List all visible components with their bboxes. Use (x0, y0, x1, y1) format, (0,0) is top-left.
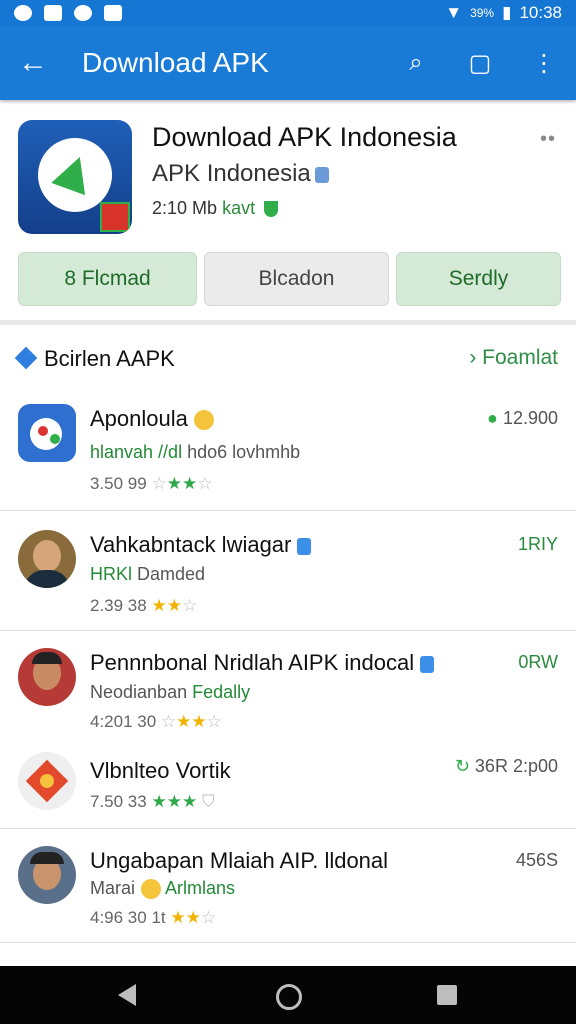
list-item[interactable]: Ungabapan Mlaiah AIP. lldonal Marai Arlm… (0, 828, 576, 942)
item-downloads: 456S (515, 850, 558, 870)
app-bar: ← Download APK ⌕ ▢ ⋮ (0, 26, 576, 100)
item-developer: hdo6 lovhmhb (187, 442, 301, 462)
list-item[interactable]: Aponloula hlanvah //dl hdo6 lovhmhb 3.50… (0, 392, 576, 511)
verified-icon (314, 166, 329, 183)
item-name: Aponloula (90, 406, 214, 432)
download-icon: ● (487, 408, 498, 428)
nav-back-icon[interactable] (118, 984, 136, 1006)
refresh-icon: ↻ (454, 756, 470, 776)
item-meta: 3.50 99 ☆★★☆ (90, 474, 213, 493)
notification-icon (14, 5, 32, 21)
app-title: Download APK Indonesia (152, 122, 457, 152)
item-downloads: ↻ 36R 2:p00 (454, 756, 558, 776)
app-icon (18, 404, 76, 462)
item-tag: hlanvah //dl (90, 442, 183, 462)
item-meta: 4:201 30 ☆★★☆ (90, 712, 222, 731)
battery-percent: 39% (470, 6, 495, 20)
window-icon[interactable]: ▢ (448, 49, 512, 78)
emoji-icon (193, 410, 214, 431)
clock: 10:38 (519, 3, 562, 22)
item-meta: 4:96 30 1t ★★☆ (90, 908, 217, 927)
status-bar: ▼ 39% ▮ 10:38 (0, 0, 576, 26)
item-meta: 7.50 33 ★★★ ⛉ (90, 792, 215, 811)
section-link-label: Foamlat (482, 346, 558, 369)
item-tag: HRKl (90, 564, 133, 584)
sync-icon (74, 5, 92, 21)
section-title: Bcirlen AAPK (44, 346, 175, 371)
app-icon (18, 752, 76, 810)
avatar (18, 648, 76, 706)
list-item[interactable]: Pennnbonal Nridlah AIPK indocal Neodianb… (0, 630, 576, 738)
section-header: Bcirlen AAPK › Foamlat (0, 340, 576, 382)
shield-icon (264, 201, 279, 218)
section-more-link[interactable]: › Foamlat (469, 346, 558, 370)
install-button[interactable]: 8 Flcmad (18, 252, 197, 306)
diamond-icon (14, 346, 38, 370)
divider (0, 320, 576, 325)
list-item[interactable]: Vlbnlteo Vortik 7.50 33 ★★★ ⛉ ↻ 36R 2:p0… (0, 738, 576, 829)
item-badge-text: 0RW (518, 652, 558, 672)
app-meta: 2:10 Mb kavt (152, 198, 279, 219)
avatar (18, 530, 76, 588)
avatar (18, 846, 76, 904)
app-size: 2:10 Mb (152, 198, 218, 218)
mail-icon (104, 5, 122, 21)
verified-badge-icon (297, 537, 312, 555)
item-downloads: ● 12.900 (487, 408, 558, 428)
app-header: Download APK Indonesia APK Indonesia 2:1… (0, 100, 576, 322)
item-name: Pennnbonal Nridlah AIPK indocal (90, 650, 435, 676)
back-arrow-icon[interactable]: ← (0, 46, 66, 80)
nav-home-icon[interactable] (276, 984, 302, 1010)
list-continuation (0, 942, 576, 967)
app-status: kavt (222, 198, 256, 218)
list-item[interactable]: Vahkabntack lwiagar HRKl Damded 2.39 38 … (0, 510, 576, 631)
item-tag: Fedally (192, 682, 251, 702)
share-button[interactable]: Serdly (396, 252, 561, 306)
battery-icon: ▮ (502, 3, 512, 22)
item-badge-text: 1RIY (517, 534, 558, 554)
wifi-icon: ▼ (445, 3, 463, 22)
search-icon[interactable]: ⌕ (384, 49, 448, 77)
item-tag: Arlmlans (165, 878, 236, 898)
emoji-icon (141, 879, 162, 900)
more-vert-icon[interactable]: ⋮ (512, 49, 576, 78)
item-name: Ungabapan Mlaiah AIP. lldonal (90, 848, 389, 873)
item-name: Vahkabntack lwiagar (90, 532, 312, 558)
system-nav-bar (0, 966, 576, 1024)
item-meta: 2.39 38 ★★☆ (90, 596, 198, 615)
item-name: Vlbnlteo Vortik (90, 758, 231, 783)
more-options-icon[interactable]: •• (540, 128, 556, 151)
developer-label: APK Indonesia (152, 160, 311, 187)
item-developer: Neodianban (90, 682, 188, 702)
page-title: Download APK (82, 47, 269, 78)
app-logo-icon (18, 120, 132, 234)
verified-badge-icon (420, 655, 435, 673)
app-notification-icon (44, 5, 62, 21)
nav-recents-icon[interactable] (437, 985, 457, 1005)
secondary-button[interactable]: Blcadon (204, 252, 389, 306)
item-developer: Marai (90, 878, 136, 898)
item-developer: Damded (137, 564, 206, 584)
developer-name[interactable]: APK Indonesia (152, 160, 329, 188)
